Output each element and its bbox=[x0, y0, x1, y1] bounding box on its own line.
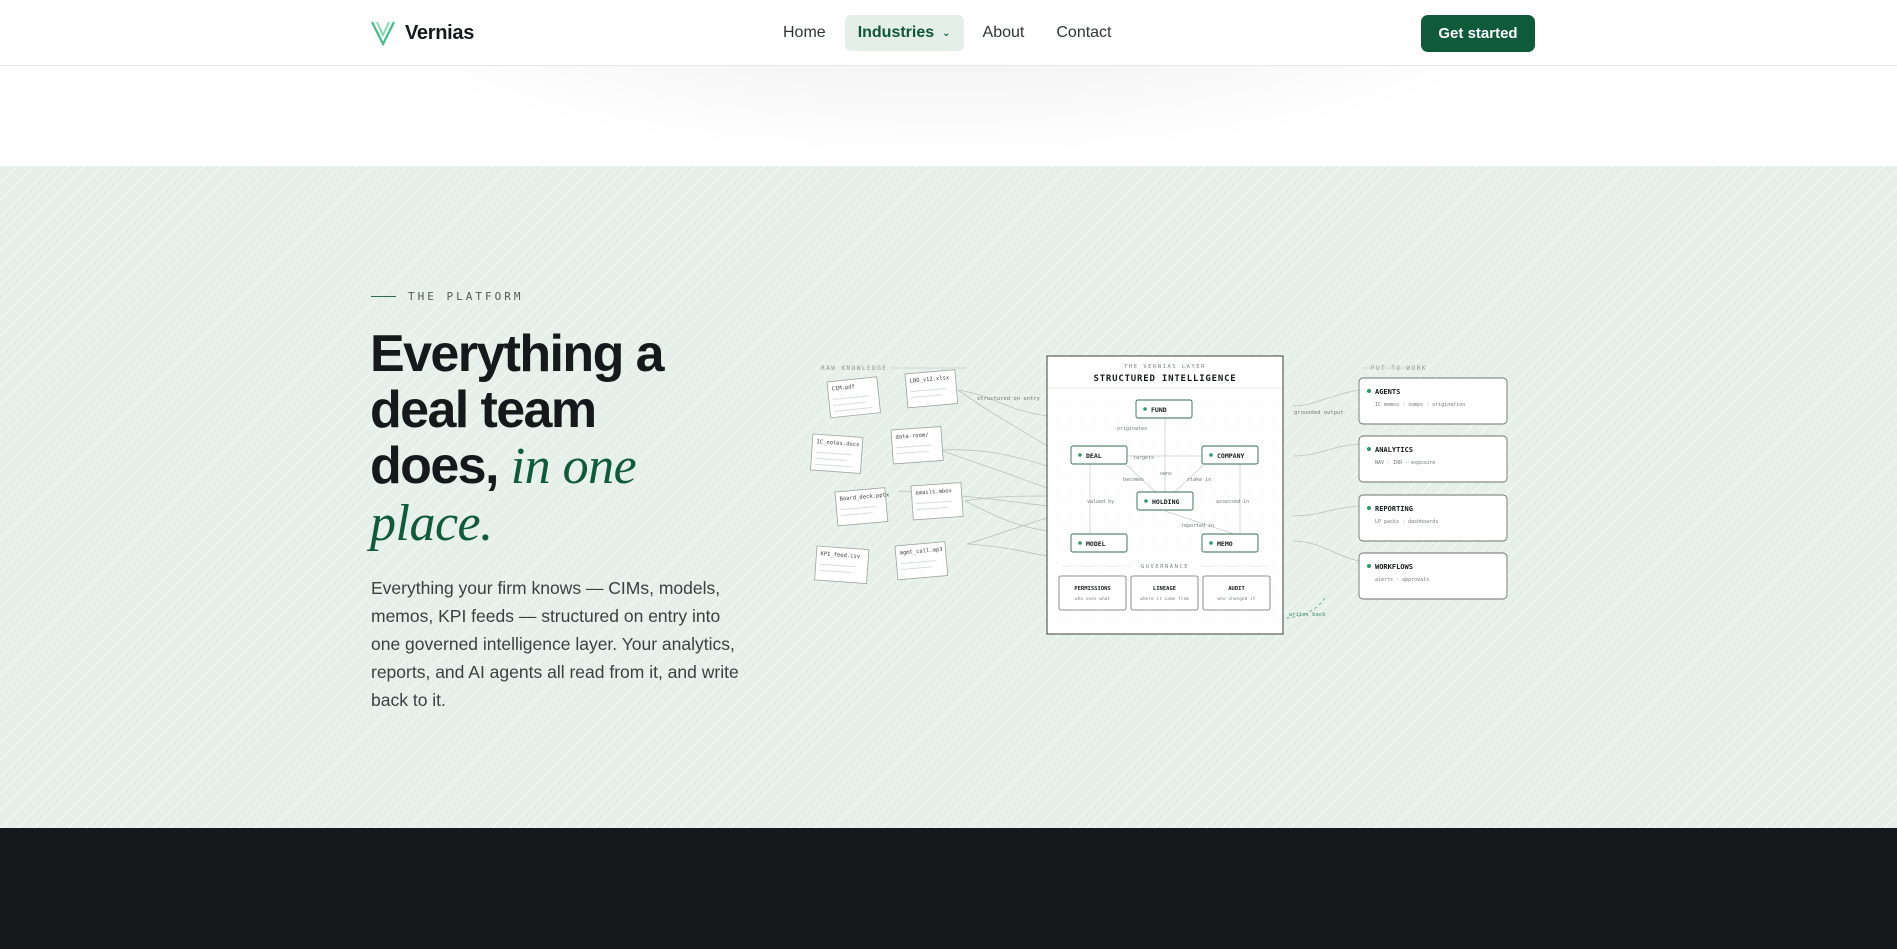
put-to-work-label: PUT TO WORK bbox=[1371, 365, 1427, 372]
brand-name: Vernias bbox=[405, 21, 475, 44]
graph-node-deal[interactable]: DEAL bbox=[1070, 445, 1128, 465]
layer-label: THE VERNIAS LAYER bbox=[1124, 364, 1206, 370]
svg-text:assessed in: assessed in bbox=[1216, 499, 1249, 505]
svg-text:who sees what: who sees what bbox=[1075, 596, 1111, 602]
svg-text:becomes: becomes bbox=[1123, 477, 1144, 483]
file-card-mgmt-call: mgmt_call.mp3 bbox=[894, 541, 949, 581]
graph-node-fund[interactable]: FUND bbox=[1135, 399, 1193, 419]
svg-text:reported in: reported in bbox=[1181, 523, 1214, 529]
svg-text:AGENTS: AGENTS bbox=[1375, 388, 1400, 396]
edge-label-structured: structured on entry bbox=[977, 396, 1041, 402]
svg-text:owns: owns bbox=[1160, 471, 1172, 477]
output-card-analytics[interactable]: ANALYTICS NAV · IRR · exposure bbox=[1358, 435, 1508, 483]
file-card-emails: emails.mbox bbox=[910, 482, 964, 521]
file-card-ic-notes: IC_notes.docx bbox=[810, 433, 864, 474]
svg-text:who changed it: who changed it bbox=[1218, 596, 1256, 602]
edge-label-grounded: grounded output bbox=[1294, 410, 1344, 416]
get-started-button[interactable]: Get started bbox=[1421, 15, 1535, 52]
svg-text:LINEAGE: LINEAGE bbox=[1153, 586, 1176, 592]
graph-node-company[interactable]: COMPANY bbox=[1201, 445, 1259, 465]
output-card-reporting[interactable]: REPORTING LP packs · dashboards bbox=[1358, 494, 1508, 542]
file-card-lbo: LBO_v12.xlsx bbox=[904, 369, 959, 409]
svg-text:AUDIT: AUDIT bbox=[1228, 586, 1245, 592]
file-card-cim: CIM.pdf bbox=[826, 376, 881, 419]
output-card-agents[interactable]: AGENTS IC memos · comps · origination bbox=[1358, 377, 1508, 425]
svg-text:LP packs · dashboards: LP packs · dashboards bbox=[1375, 519, 1438, 525]
eyebrow: THE PLATFORM bbox=[371, 290, 523, 303]
svg-text:MEMO: MEMO bbox=[1217, 540, 1233, 548]
svg-text:DEAL: DEAL bbox=[1086, 452, 1102, 460]
governance-label: GOVERNANCE bbox=[1141, 564, 1189, 570]
svg-text:valued by: valued by bbox=[1087, 499, 1114, 505]
dark-section bbox=[0, 828, 1897, 949]
nav-industries-label: Industries bbox=[857, 24, 935, 41]
platform-diagram: RAW KNOWLEDGE PUT TO WORK CIM.pdf LBO_v1… bbox=[810, 355, 1508, 635]
nav-links: Home Industries ⌄ About Contact bbox=[770, 15, 1125, 51]
svg-text:stake in: stake in bbox=[1187, 477, 1211, 483]
structured-intelligence-layer: THE VERNIAS LAYER STRUCTURED INTELLIGENC… bbox=[1046, 355, 1284, 635]
svg-text:NAV · IRR · exposure: NAV · IRR · exposure bbox=[1375, 460, 1435, 466]
graph-node-model[interactable]: MODEL bbox=[1070, 533, 1128, 553]
eyebrow-text: THE PLATFORM bbox=[408, 290, 524, 303]
svg-text:PERMISSIONS: PERMISSIONS bbox=[1074, 586, 1110, 592]
governance-lineage: LINEAGE where it came from bbox=[1130, 575, 1199, 611]
svg-text:alerts · approvals: alerts · approvals bbox=[1375, 577, 1429, 583]
section-headline: Everything a deal team does, in one plac… bbox=[370, 326, 730, 552]
nav-contact[interactable]: Contact bbox=[1043, 15, 1124, 51]
section-lede: Everything your firm knows — CIMs, model… bbox=[371, 578, 739, 710]
nav-industries[interactable]: Industries ⌄ bbox=[844, 15, 964, 51]
nav-about[interactable]: About bbox=[970, 15, 1038, 51]
svg-text:HOLDING: HOLDING bbox=[1152, 498, 1179, 506]
svg-text:COMPANY: COMPANY bbox=[1217, 452, 1244, 460]
svg-text:targets: targets bbox=[1133, 455, 1154, 461]
graph-node-holding[interactable]: HOLDING bbox=[1136, 491, 1194, 511]
graph-node-memo[interactable]: MEMO bbox=[1201, 533, 1259, 553]
vernias-logo-icon bbox=[371, 21, 395, 46]
eyebrow-rule bbox=[371, 296, 396, 297]
edge-label-writes-back: writes back bbox=[1289, 612, 1326, 618]
governance-permissions: PERMISSIONS who sees what bbox=[1058, 575, 1127, 611]
svg-text:MODEL: MODEL bbox=[1086, 540, 1106, 548]
top-nav: Vernias Home Industries ⌄ About Contact … bbox=[0, 0, 1897, 66]
brand-logo[interactable]: Vernias bbox=[371, 20, 474, 46]
svg-text:ANALYTICS: ANALYTICS bbox=[1375, 446, 1413, 454]
nav-home[interactable]: Home bbox=[770, 15, 839, 51]
file-card-data-room: data-room/ bbox=[890, 426, 944, 465]
output-card-workflows[interactable]: WORKFLOWS alerts · approvals bbox=[1358, 552, 1508, 600]
chevron-down-icon: ⌄ bbox=[942, 27, 951, 39]
raw-knowledge-label: RAW KNOWLEDGE bbox=[821, 365, 887, 372]
governance-audit: AUDIT who changed it bbox=[1202, 575, 1271, 611]
svg-text:FUND: FUND bbox=[1151, 406, 1167, 414]
svg-text:WORKFLOWS: WORKFLOWS bbox=[1375, 563, 1413, 571]
svg-text:originates: originates bbox=[1117, 426, 1147, 432]
svg-text:IC memos · comps · origination: IC memos · comps · origination bbox=[1375, 402, 1465, 408]
file-card-kpi-feed: KPI_feed.csv bbox=[814, 545, 870, 584]
layer-title: STRUCTURED INTELLIGENCE bbox=[1093, 374, 1236, 384]
svg-text:where it came from: where it came from bbox=[1140, 596, 1189, 602]
output-cards: AGENTS IC memos · comps · origination AN… bbox=[1358, 377, 1508, 600]
svg-text:REPORTING: REPORTING bbox=[1375, 505, 1413, 513]
file-card-board-deck: Board_deck.pptx bbox=[834, 487, 890, 527]
platform-section: THE PLATFORM Everything a deal team does… bbox=[0, 166, 1897, 828]
raw-file-cards: CIM.pdf LBO_v12.xlsx IC_notes.docx data-… bbox=[810, 369, 964, 584]
